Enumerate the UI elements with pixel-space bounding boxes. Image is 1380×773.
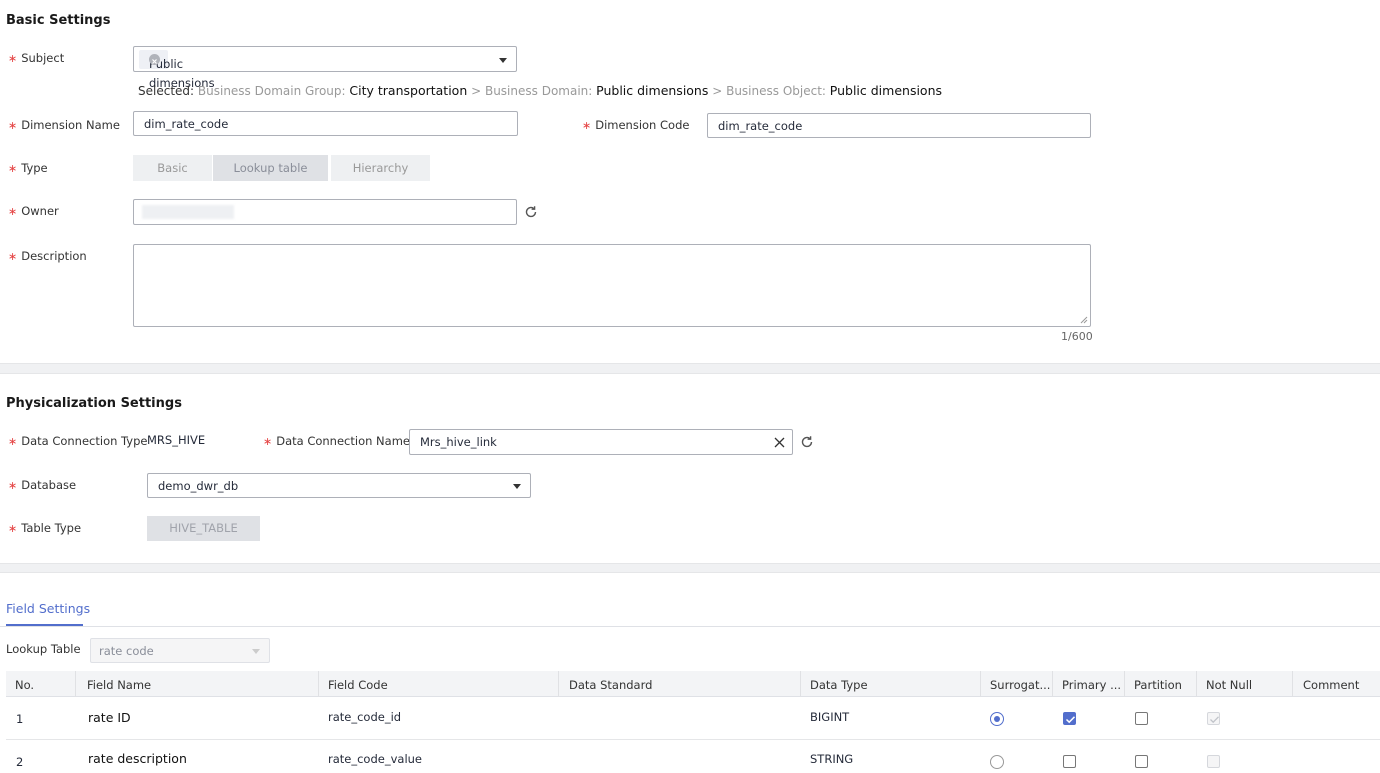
field-code: rate_code_id bbox=[328, 710, 402, 724]
subject-select[interactable]: Public dimensions bbox=[133, 46, 517, 90]
table-row: 1 rate ID rate_code_id BIGINT bbox=[6, 697, 1380, 740]
table-row: 2 rate description rate_code_value STRIN… bbox=[6, 740, 1380, 773]
column-divider bbox=[318, 671, 319, 697]
dimension-code-value: dim_rate_code bbox=[718, 119, 803, 133]
column-header: Partition bbox=[1134, 678, 1182, 692]
description-label: Description bbox=[8, 249, 87, 263]
check-icon bbox=[1210, 716, 1219, 724]
char-count: 1/600 bbox=[1061, 330, 1093, 343]
bd-label: Business Domain: bbox=[484, 84, 593, 98]
column-divider bbox=[75, 671, 76, 697]
description-textarea[interactable] bbox=[133, 244, 1091, 327]
data-connection-name-label: Data Connection Name bbox=[263, 434, 410, 448]
physicalization-settings-title: Physicalization Settings bbox=[6, 396, 182, 411]
table-type-button[interactable]: HIVE_TABLE bbox=[147, 516, 260, 541]
bo-label: Business Object: bbox=[726, 84, 826, 98]
bdg-value: City transportation bbox=[349, 83, 468, 98]
row-number: 1 bbox=[16, 712, 24, 726]
database-label: Database bbox=[8, 478, 76, 492]
type-option-basic[interactable]: Basic bbox=[133, 155, 212, 181]
column-divider bbox=[800, 671, 801, 697]
tab-divider bbox=[0, 626, 1380, 627]
row-number: 2 bbox=[16, 755, 24, 769]
dimension-code-label: Dimension Code bbox=[582, 118, 689, 132]
refresh-icon[interactable] bbox=[799, 434, 815, 450]
subject-label: Subject bbox=[8, 51, 64, 65]
selected-prefix: Selected: bbox=[138, 84, 195, 98]
owner-redacted bbox=[142, 205, 234, 219]
lookup-table-label: Lookup Table bbox=[6, 642, 81, 656]
close-icon[interactable] bbox=[774, 437, 785, 448]
basic-settings-title: Basic Settings bbox=[6, 13, 111, 28]
data-connection-name-select[interactable]: Mrs_hive_link bbox=[409, 429, 793, 455]
primary-key-checkbox[interactable] bbox=[1063, 755, 1076, 768]
field-code: rate_code_value bbox=[328, 752, 423, 766]
chevron-down-icon bbox=[252, 649, 260, 654]
data-connection-type-label: Data Connection Type bbox=[8, 434, 147, 448]
tab-field-settings[interactable]: Field Settings bbox=[6, 601, 90, 616]
bdg-label: Business Domain Group: bbox=[197, 84, 346, 98]
column-divider bbox=[1124, 671, 1125, 697]
data-type: STRING bbox=[810, 752, 854, 766]
field-name: rate description bbox=[88, 751, 187, 766]
column-header: Not Null bbox=[1206, 678, 1253, 692]
primary-key-checkbox[interactable] bbox=[1063, 712, 1076, 725]
section-divider bbox=[0, 363, 1380, 374]
resize-handle-icon[interactable] bbox=[1080, 316, 1088, 324]
not-null-checkbox bbox=[1207, 755, 1220, 768]
dimension-name-label: Dimension Name bbox=[8, 118, 120, 132]
column-header: No. bbox=[15, 678, 35, 692]
column-header: Surrogat... bbox=[990, 678, 1051, 692]
type-option-hierarchy[interactable]: Hierarchy bbox=[331, 155, 430, 181]
path-separator: > bbox=[471, 84, 482, 98]
tag-remove-icon[interactable] bbox=[149, 54, 160, 65]
column-divider bbox=[1196, 671, 1197, 697]
chevron-down-icon[interactable] bbox=[513, 484, 521, 489]
refresh-icon[interactable] bbox=[523, 204, 539, 220]
column-header: Comment bbox=[1303, 678, 1360, 692]
selected-path: Selected: Business Domain Group: City tr… bbox=[138, 83, 942, 98]
chevron-down-icon[interactable] bbox=[499, 58, 507, 63]
table-header: No. Field Name Field Code Data Standard … bbox=[6, 671, 1380, 697]
column-divider bbox=[1052, 671, 1053, 697]
data-connection-type-value: MRS_HIVE bbox=[147, 433, 206, 447]
type-option-lookup-table[interactable]: Lookup table bbox=[213, 155, 328, 181]
bd-value: Public dimensions bbox=[596, 83, 709, 98]
dimension-name-value: dim_rate_code bbox=[144, 117, 229, 131]
check-icon bbox=[1065, 716, 1076, 724]
database-select[interactable]: demo_dwr_db bbox=[147, 473, 531, 498]
data-connection-name-value: Mrs_hive_link bbox=[420, 435, 497, 449]
owner-input[interactable] bbox=[133, 199, 517, 225]
dimension-code-input[interactable]: dim_rate_code bbox=[707, 113, 1091, 138]
partition-checkbox[interactable] bbox=[1135, 755, 1148, 768]
dimension-name-input[interactable]: dim_rate_code bbox=[133, 111, 518, 136]
database-value: demo_dwr_db bbox=[158, 479, 239, 493]
owner-label: Owner bbox=[8, 204, 59, 218]
not-null-checkbox bbox=[1207, 712, 1220, 725]
column-header: Data Standard bbox=[569, 678, 653, 692]
lookup-table-value: rate code bbox=[99, 644, 154, 658]
column-header: Primary ... bbox=[1062, 678, 1122, 692]
lookup-table-select[interactable]: rate code bbox=[90, 638, 270, 663]
surrogate-radio[interactable] bbox=[990, 712, 1004, 726]
section-divider bbox=[0, 563, 1380, 573]
bo-value: Public dimensions bbox=[829, 83, 943, 98]
path-separator: > bbox=[712, 84, 723, 98]
surrogate-radio[interactable] bbox=[990, 755, 1004, 769]
column-header: Data Type bbox=[810, 678, 868, 692]
column-divider bbox=[980, 671, 981, 697]
column-divider bbox=[1292, 671, 1293, 697]
field-name: rate ID bbox=[88, 710, 131, 725]
subject-tag: Public dimensions bbox=[139, 50, 215, 90]
type-label: Type bbox=[8, 161, 47, 175]
table-type-label: Table Type bbox=[8, 521, 81, 535]
column-header: Field Code bbox=[328, 678, 388, 692]
data-type: BIGINT bbox=[810, 710, 850, 724]
column-header: Field Name bbox=[87, 678, 152, 692]
column-divider bbox=[558, 671, 559, 697]
partition-checkbox[interactable] bbox=[1135, 712, 1148, 725]
